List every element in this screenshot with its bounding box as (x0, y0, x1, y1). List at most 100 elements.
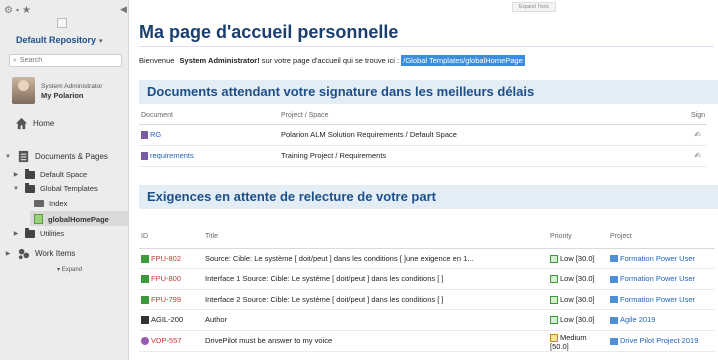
chevron-down-icon: ▾ (57, 267, 61, 273)
document-cell: requirements (139, 145, 279, 167)
collapse-sidebar-icon[interactable]: ◀ (120, 4, 128, 14)
work-item-link[interactable]: VDP-557 (151, 336, 181, 345)
nav-default-space-label: Default Space (40, 170, 88, 179)
search-input[interactable] (19, 57, 110, 64)
title-cell: Interface 2 Source: Cible: Le système [ … (203, 289, 548, 310)
expand-toggle-icon[interactable]: ▶ (4, 250, 12, 257)
user-name: System Administrator (41, 82, 103, 90)
welcome-mid: sur votre page d'accueil qui se trouve i… (261, 56, 400, 65)
nav-documents-pages[interactable]: ▼ Documents & Pages (4, 150, 108, 163)
expand-toggle-icon[interactable]: ▼ (12, 186, 20, 192)
work-item-link[interactable]: AGIL-200 (151, 315, 183, 324)
priority-label: Low [30.0] (560, 253, 595, 263)
nav-utilities[interactable]: ▶ Utilities (12, 227, 65, 238)
project-link[interactable]: Formation Power User (620, 254, 695, 263)
document-icon (141, 152, 148, 160)
user-block[interactable]: System Administrator My Polarion (12, 77, 102, 104)
welcome-user: System Administrator! (179, 56, 260, 65)
section-documents-to-sign: Documents attendant votre signature dans… (139, 80, 718, 104)
column-header-id[interactable]: ID (139, 226, 203, 249)
priority-cell: Low [30.0] (548, 309, 608, 331)
welcome-path[interactable]: /Global Templates/globalHomePage (401, 55, 525, 66)
work-items-icon (18, 248, 30, 260)
welcome-text: Bienvenue System Administrator! sur votr… (139, 55, 525, 66)
priority-cell: Low [30.0] (548, 248, 608, 269)
work-item-link[interactable]: FPU-802 (151, 254, 181, 263)
nav-global-templates[interactable]: ▼ Global Templates (12, 182, 98, 193)
sign-icon[interactable]: ✍ (694, 130, 701, 139)
nav-default-space[interactable]: ▶ Default Space (12, 168, 88, 179)
search-box[interactable]: ⌕ (9, 54, 122, 67)
documents-icon (18, 150, 29, 163)
table-header-row: Document Project / Space Sign (139, 107, 707, 125)
priority-label: Low [30.0] (560, 294, 595, 304)
table-row: requirements Training Project / Requirem… (139, 145, 707, 167)
document-cell: RG (139, 124, 279, 146)
priority-low-icon (550, 254, 558, 263)
title-divider (139, 46, 714, 47)
gear-icon[interactable]: ⚙ (4, 5, 13, 16)
page-icon (34, 200, 44, 207)
column-header-project[interactable]: Project (608, 226, 715, 249)
nav-utilities-label: Utilities (40, 229, 65, 238)
nav-home-label: Home (33, 119, 55, 128)
priority-cell: Low [30.0] (548, 289, 608, 310)
project-link[interactable]: Drive Pilot Project 2019 (620, 336, 698, 345)
feature-icon (141, 337, 149, 346)
table-row: FPU-802 Source: Cible: Le système [ doit… (139, 248, 715, 269)
column-header-priority[interactable]: Priority (548, 226, 608, 249)
column-header-title[interactable]: Title (203, 226, 548, 249)
table-header-row: ID Title Priority Project (139, 226, 715, 249)
repository-label: Default Repository (16, 35, 97, 45)
column-header-project-space[interactable]: Project / Space (279, 107, 677, 125)
repository-selector[interactable]: Default Repository ▾ (16, 35, 103, 45)
column-header-document[interactable]: Document (139, 107, 279, 125)
document-link[interactable]: RG (150, 130, 161, 139)
table-row: FPU-800 Interface 1 Source: Cible: Le sy… (139, 268, 715, 290)
expand-toggle-icon[interactable]: ▼ (4, 154, 12, 160)
document-link[interactable]: requirements (150, 151, 194, 160)
my-polarion-link[interactable]: My Polarion (41, 91, 102, 100)
nav-work-items[interactable]: ▶ Work Items (4, 247, 75, 260)
priority-value: [50.0] (550, 341, 569, 351)
chevron-down-icon[interactable]: ▾ (16, 7, 19, 14)
project-link[interactable]: Formation Power User (620, 274, 695, 283)
column-header-sign[interactable]: Sign (677, 107, 707, 125)
expand-link[interactable]: ▾ Expand (57, 266, 82, 273)
star-icon[interactable]: ★ (22, 5, 31, 16)
priority-label: Low [30.0] (560, 315, 595, 325)
user-story-icon (141, 316, 149, 325)
avatar[interactable] (12, 77, 35, 104)
id-cell: FPU-800 (139, 268, 203, 290)
project-space-cell: Polarion ALM Solution Requirements / Def… (279, 124, 677, 146)
home-page-icon (34, 214, 43, 224)
id-cell: FPU-802 (139, 248, 203, 269)
id-cell: AGIL-200 (139, 309, 203, 331)
work-item-link[interactable]: FPU-800 (151, 274, 181, 283)
folder-icon (25, 227, 35, 238)
id-cell: FPU-799 (139, 289, 203, 310)
nav-global-home-page-label: globalHomePage (48, 214, 109, 224)
project-icon (57, 18, 67, 28)
nav-index[interactable]: Index (34, 199, 67, 208)
nav-home[interactable]: Home (15, 117, 54, 130)
project-icon (610, 316, 618, 324)
expand-toggle-icon[interactable]: ▶ (12, 230, 20, 237)
table-row: FPU-799 Interface 2 Source: Cible: Le sy… (139, 289, 715, 310)
priority-cell: Low [30.0] (548, 268, 608, 290)
requirement-icon (141, 275, 149, 284)
project-link[interactable]: Formation Power User (620, 295, 695, 304)
nav-documents-pages-label: Documents & Pages (35, 152, 108, 161)
nav-global-home-page[interactable]: globalHomePage (34, 214, 109, 224)
expand-tools-button[interactable]: Expand Tools (512, 2, 556, 12)
expand-label: Expand (61, 267, 83, 273)
table-row: AGIL-200 Author Low [30.0] Agile 2019 (139, 309, 715, 331)
expand-toggle-icon[interactable]: ▶ (12, 171, 20, 178)
requirements-table: ID Title Priority Project FPU-802 Source… (139, 226, 715, 352)
priority-cell: Medium [50.0] (548, 330, 608, 352)
project-link[interactable]: Agile 2019 (620, 315, 655, 324)
project-icon (610, 275, 618, 283)
priority-low-icon (550, 275, 558, 284)
sign-icon[interactable]: ✍ (694, 151, 701, 160)
work-item-link[interactable]: FPU-799 (151, 295, 181, 304)
